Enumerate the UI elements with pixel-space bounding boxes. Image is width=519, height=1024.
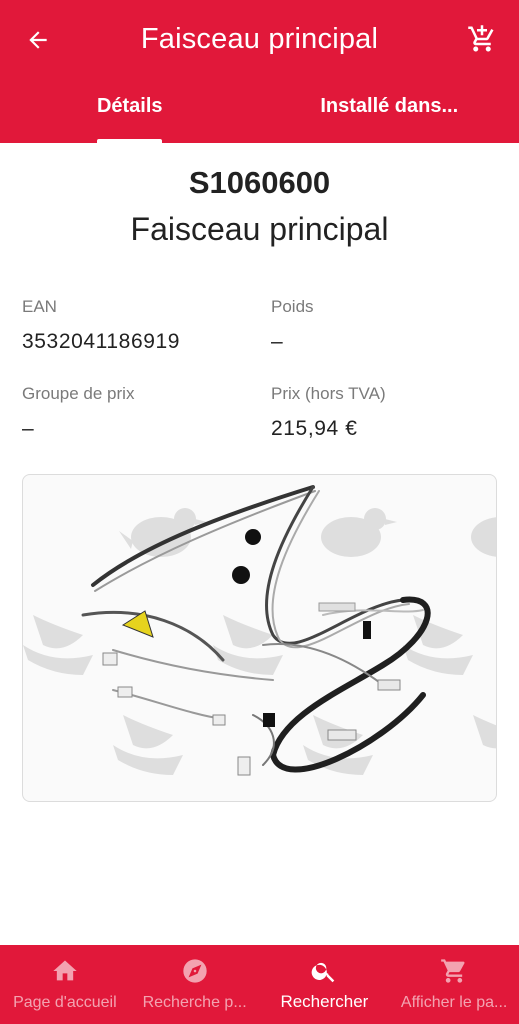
nav-home[interactable]: Page d'accueil [0,945,130,1024]
search-icon [312,962,335,983]
page-title: Faisceau principal [140,23,379,55]
nav-search-label: Rechercher [280,992,369,1011]
ean-label: EAN [22,297,57,316]
price-group-label: Groupe de prix [22,384,135,403]
nav-search[interactable]: Rechercher [260,945,390,1024]
nav-cart[interactable]: Afficher le pa... [389,945,519,1024]
price-value: 215,94 € [271,417,358,440]
nav-explore-label: Recherche p... [142,994,247,1011]
price-group-value: – [22,417,35,440]
weight-value: – [271,330,284,353]
tab-details-label: Détails [96,95,163,117]
back-button[interactable] [18,20,58,60]
cart-icon [441,959,465,983]
wiring-harness-image [23,485,496,776]
product-reference: S1060600 [188,165,331,200]
product-name: Faisceau principal [130,211,389,247]
product-image[interactable] [22,474,497,802]
bottom-navigation: Page d'accueil Recherche p... Rechercher… [0,945,519,1024]
tab-installed-in[interactable]: Installé dans... [260,78,519,143]
weight-label: Poids [271,297,314,316]
home-icon [53,960,77,981]
tab-bar: Détails Installé dans... [0,78,519,143]
compass-icon [182,959,207,983]
add-to-cart-icon [468,25,494,52]
watermark-logo [23,508,496,775]
nav-home-label: Page d'accueil [13,994,117,1011]
ean-value: 3532041186919 [22,330,181,353]
product-details: S1060600 Faisceau principal EAN 35320411… [0,143,519,945]
nav-cart-label: Afficher le pa... [400,994,508,1011]
add-to-cart-button[interactable] [461,18,503,60]
tab-details[interactable]: Détails [0,78,260,143]
app-header: Faisceau principal Détails Installé dans… [0,0,519,143]
top-bar: Faisceau principal [0,0,519,78]
arrow-left-icon [29,31,47,49]
tab-installed-in-label: Installé dans... [320,95,459,117]
nav-explore[interactable]: Recherche p... [130,945,260,1024]
app-screen: Faisceau principal Détails Installé dans… [0,0,519,1024]
price-label: Prix (hors TVA) [271,384,386,403]
